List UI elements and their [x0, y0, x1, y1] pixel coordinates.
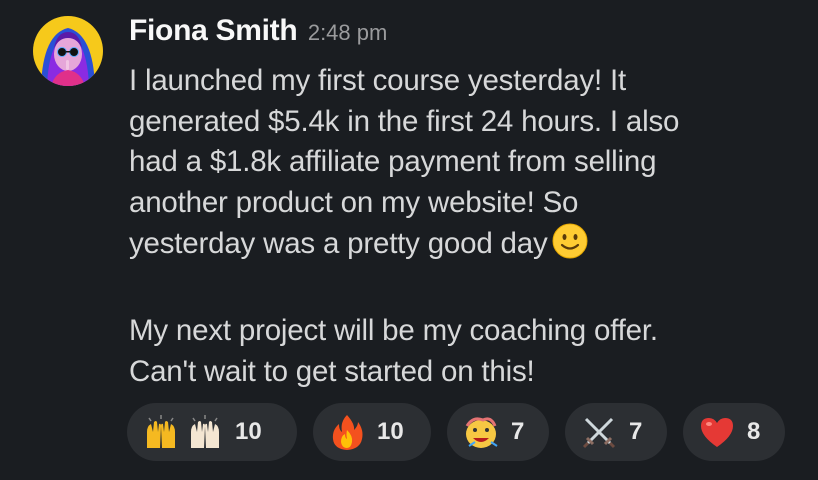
message-header: Fiona Smith 2:48 pm [129, 14, 387, 54]
reaction-count: 10 [377, 418, 404, 445]
slightly-smiling-face-icon [552, 223, 588, 271]
message-line: generated $5.4k in the first 24 hours. I… [129, 104, 680, 138]
message-paragraph: My next project will be my coaching offe… [129, 311, 809, 392]
fire-icon [327, 412, 367, 452]
reaction-count: 7 [629, 418, 643, 445]
timestamp[interactable]: 2:48 pm [308, 20, 388, 45]
message-line: I launched my first course yesterday! It [129, 64, 626, 97]
avatar-image [33, 16, 103, 86]
reaction-fire[interactable]: 10 [313, 403, 431, 461]
sender-name[interactable]: Fiona Smith [129, 14, 298, 47]
message-paragraph: I launched my first course yesterday! It… [129, 61, 809, 271]
reactions-bar: 10 10 7 7 8 [127, 403, 785, 461]
red-heart-icon [697, 412, 737, 452]
reaction-crossed-swords[interactable]: 7 [565, 403, 667, 461]
reaction-count: 10 [235, 418, 262, 445]
message-body: I launched my first course yesterday! It… [129, 61, 809, 392]
crossed-swords-icon [579, 412, 619, 452]
message-line: Can't wait to get started on this! [129, 354, 535, 388]
raised-hands-icon [141, 412, 181, 452]
reaction-red-heart[interactable]: 8 [683, 403, 785, 461]
message: Fiona Smith 2:48 pm I launched my first … [0, 0, 818, 480]
message-line: another product on my website! So [129, 185, 579, 219]
raised-hands-light-icon [185, 412, 225, 452]
reaction-raised-hands[interactable]: 10 [127, 403, 297, 461]
party-blob-icon [461, 412, 501, 452]
message-line: had a $1.8k affiliate payment from selli… [129, 145, 657, 178]
reaction-count: 8 [747, 418, 761, 445]
reaction-party-blob[interactable]: 7 [447, 403, 549, 461]
message-line: My next project will be my coaching offe… [129, 314, 658, 347]
avatar[interactable] [33, 16, 103, 86]
message-line: yesterday was a pretty good day [129, 227, 548, 260]
reaction-count: 7 [511, 418, 525, 445]
